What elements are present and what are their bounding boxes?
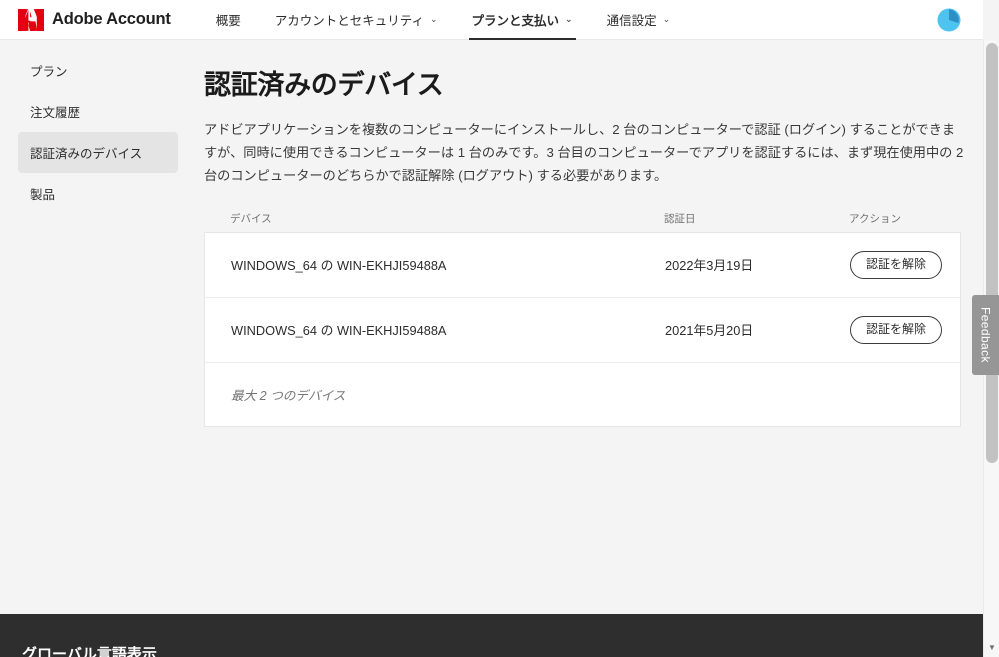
nav-item-overview[interactable]: 概要 [199,0,258,40]
cell-device-name: WINDOWS_64 の WIN-EKHJI59488A [231,323,447,339]
devices-card: WINDOWS_64 の WIN-EKHJI59488A 2022年3月19日 … [204,231,961,427]
cell-activation-date: 2021年5月20日 [665,323,754,339]
sidebar-item-label: 製品 [30,188,56,202]
sidebar-item-plans[interactable]: プラン [18,50,178,91]
sidebar-item-products[interactable]: 製品 [18,173,178,214]
sidebar: プラン 注文履歴 認証済みのデバイス 製品 [0,41,196,214]
devices-table: デバイス 認証日 アクション WINDOWS_64 の WIN-EKHJI594… [204,211,961,427]
column-header-device: デバイス [230,212,272,225]
deactivate-button[interactable]: 認証を解除 [850,250,943,279]
nav-item-communication-settings[interactable]: 通信設定 ⌄ [590,0,688,40]
nav-item-label: プランと支払い [471,14,560,28]
avatar-button[interactable] [937,8,961,32]
top-header: Adobe Account 概要 アカウントとセキュリティ ⌄ プランと支払い … [0,0,983,40]
page-footer: グローバル言語表示 [0,614,983,657]
device-limit-note: 最大 2 つのデバイス [231,388,346,403]
nav-item-label: 通信設定 [606,14,657,28]
sidebar-item-label: 注文履歴 [30,106,81,120]
column-header-date: 認証日 [664,212,696,225]
sidebar-item-order-history[interactable]: 注文履歴 [18,91,178,132]
table-row: WINDOWS_64 の WIN-EKHJI59488A 2022年3月19日 … [205,233,960,298]
chevron-down-icon: ⌄ [662,14,671,24]
scrollbar-thumb[interactable] [986,43,998,463]
sidebar-item-activated-devices[interactable]: 認証済みのデバイス [18,132,178,173]
cell-action: 認証を解除 [850,250,943,279]
nav-item-label: アカウントとセキュリティ [274,14,424,28]
cell-action: 認証を解除 [850,315,943,344]
main-panel: 認証済みのデバイス アドビアプリケーションを複数のコンピューターにインストールし… [196,41,967,427]
column-header-action: アクション [849,212,901,225]
cell-activation-date: 2022年3月19日 [665,258,754,274]
main-nav: 概要 アカウントとセキュリティ ⌄ プランと支払い ⌄ 通信設定 ⌄ [199,0,687,40]
table-row: WINDOWS_64 の WIN-EKHJI59488A 2021年5月20日 … [205,298,960,363]
adobe-logo-icon [18,8,44,31]
page-title: 認証済みのデバイス [204,70,444,100]
sidebar-item-label: 認証済みのデバイス [30,147,143,161]
chevron-down-icon: ⌄ [429,14,438,24]
user-avatar-icon [937,8,961,32]
page-root: Adobe Account 概要 アカウントとセキュリティ ⌄ プランと支払い … [0,0,999,657]
sidebar-item-label: プラン [30,65,68,79]
chevron-down-icon: ⌄ [565,14,573,24]
page-description: アドビアプリケーションを複数のコンピューターにインストールし、2 台のコンピュー… [204,122,964,184]
footer-title: グローバル言語表示 [22,646,157,657]
brand-name: Adobe Account [52,10,171,28]
table-column-headers: デバイス 認証日 アクション [204,211,961,232]
nav-item-plans-payment[interactable]: プランと支払い ⌄ [455,0,590,40]
deactivate-button[interactable]: 認証を解除 [850,315,943,344]
nav-item-account-security[interactable]: アカウントとセキュリティ ⌄ [258,0,455,40]
nav-item-label: 概要 [215,14,241,28]
feedback-tab[interactable]: Feedback [972,295,999,375]
content-area: プラン 注文履歴 認証済みのデバイス 製品 認証済みのデバイス アドビアプリケー… [0,41,983,614]
cell-device-name: WINDOWS_64 の WIN-EKHJI59488A [231,258,447,274]
brand[interactable]: Adobe Account [18,8,171,32]
scroll-down-arrow-icon[interactable]: ▼ [984,639,999,655]
feedback-tab-label: Feedback [978,307,993,363]
